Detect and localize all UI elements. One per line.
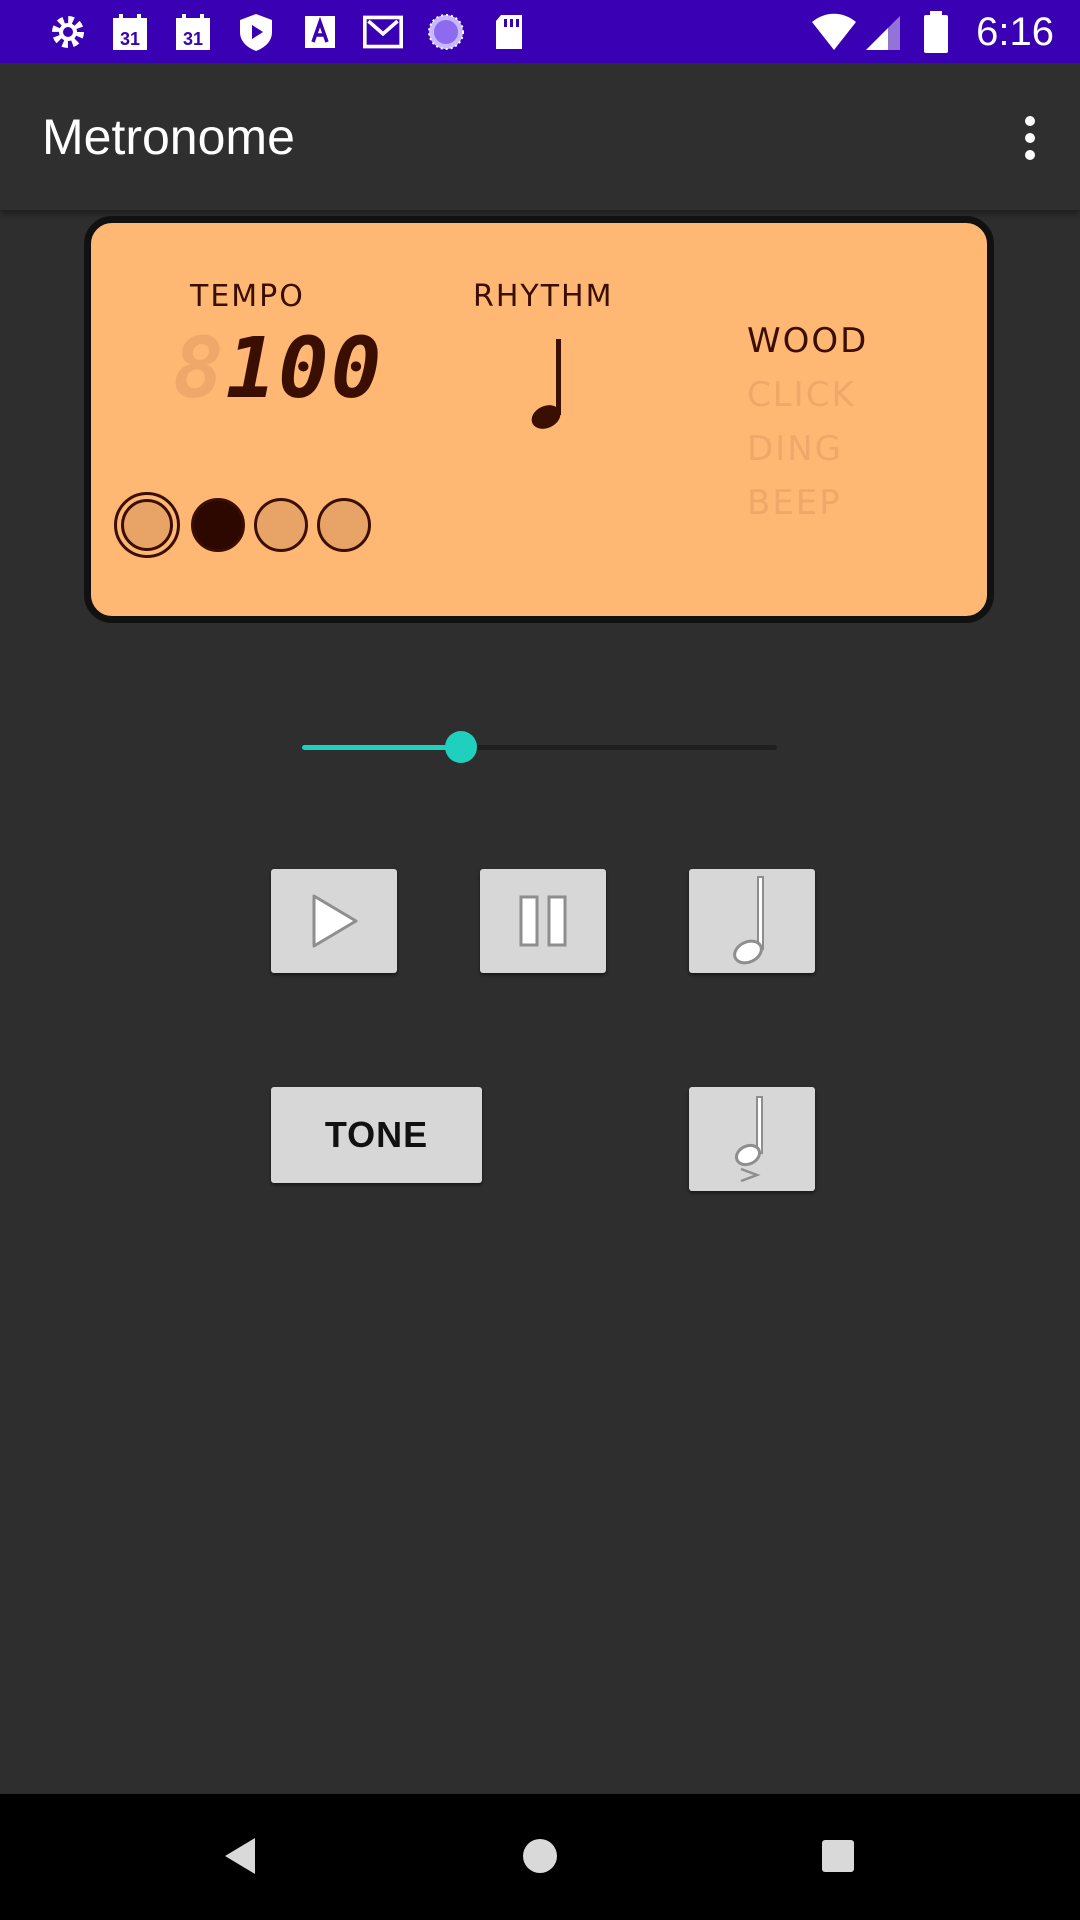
quarter-note-icon: [527, 335, 577, 440]
calendar-icon: 31: [173, 12, 213, 52]
font-a-icon: [300, 12, 340, 52]
play-button[interactable]: [271, 869, 397, 973]
sound-option-ding[interactable]: DING: [747, 429, 843, 469]
accent-note-icon: [734, 1096, 763, 1183]
tone-button[interactable]: TONE: [271, 1087, 482, 1183]
rhythm-button[interactable]: [689, 869, 815, 973]
half-note-icon: [733, 876, 764, 965]
app-bar: Metronome: [0, 63, 1080, 210]
gear-icon: [48, 12, 88, 52]
pause-button[interactable]: [480, 869, 606, 973]
rhythm-label: RHYTHM: [473, 279, 614, 314]
tempo-slider-fill: [302, 745, 461, 750]
navigation-bar: [0, 1794, 1080, 1920]
battery-icon: [916, 11, 956, 53]
gmail-icon: [363, 12, 403, 52]
metronome-display: TEMPO 8100 RHYTHM WOOD CLICK DING BEEP: [84, 216, 994, 623]
loading-circle-icon: [426, 12, 466, 52]
clock: 6:16: [976, 10, 1054, 54]
sound-option-click[interactable]: CLICK: [747, 375, 856, 415]
recents-icon[interactable]: [820, 1838, 856, 1879]
sound-option-wood[interactable]: WOOD: [747, 321, 868, 361]
accent-button[interactable]: [689, 1087, 815, 1191]
status-bar: 31 31 6:16: [0, 0, 1080, 63]
back-icon[interactable]: [222, 1836, 258, 1881]
home-icon[interactable]: [521, 1837, 559, 1880]
more-options-button[interactable]: [1000, 103, 1060, 173]
calendar-day: 31: [120, 29, 140, 49]
calendar-icon: 31: [110, 12, 150, 52]
calendar-day: 31: [183, 29, 203, 49]
tone-button-label: TONE: [324, 1114, 429, 1155]
shield-play-icon: [236, 12, 276, 52]
play-icon: [312, 894, 358, 948]
signal-icon: [864, 12, 904, 52]
beat-indicator: [191, 498, 245, 552]
tempo-slider[interactable]: [302, 745, 777, 750]
sound-option-beep[interactable]: BEEP: [747, 483, 842, 523]
sd-card-icon: [489, 12, 529, 52]
pause-icon: [519, 895, 567, 947]
more-vert-icon: [1025, 116, 1035, 160]
tempo-slider-thumb[interactable]: [445, 731, 477, 763]
beat-indicator: [254, 498, 308, 552]
tempo-value: 8100: [173, 319, 384, 417]
tempo-label: TEMPO: [190, 279, 305, 314]
app-title: Metronome: [42, 109, 295, 165]
beat-indicator-accent: [114, 492, 180, 558]
wifi-icon: [811, 12, 857, 52]
beat-indicator: [317, 498, 371, 552]
tempo-digits: 100: [225, 319, 384, 417]
